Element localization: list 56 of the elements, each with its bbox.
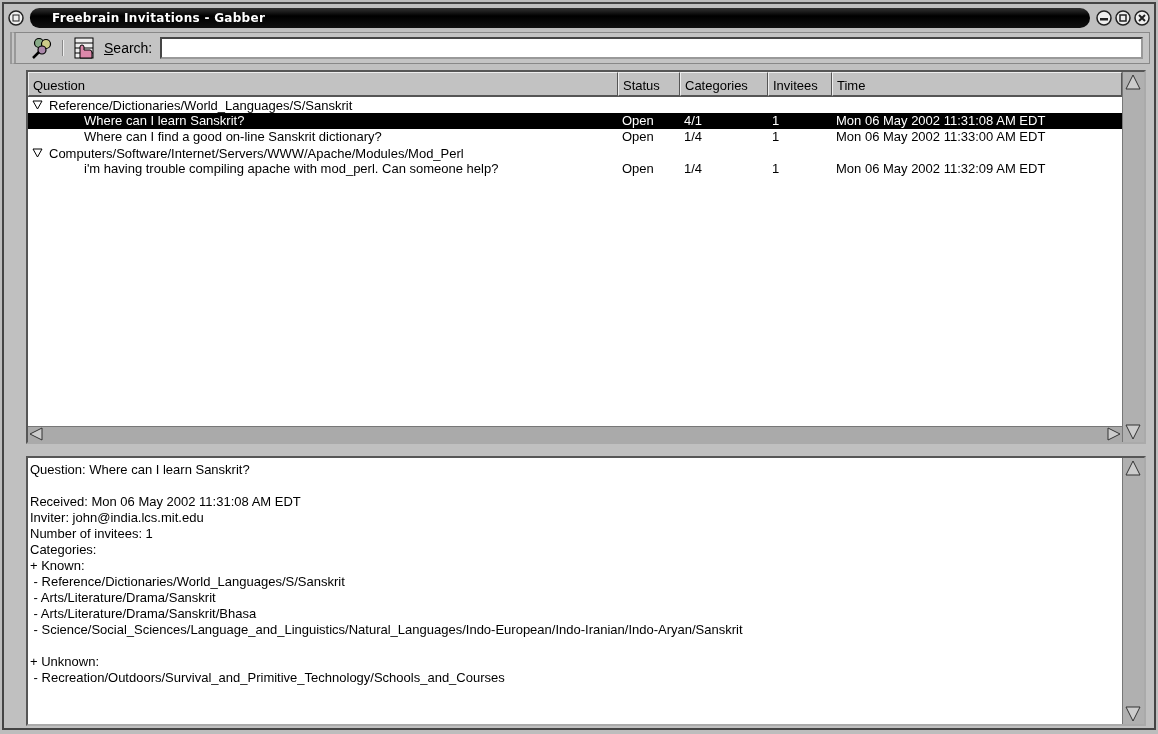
search-label: Search:	[104, 40, 153, 56]
detail-line: - Arts/Literature/Drama/Sanskrit	[32, 590, 217, 606]
question-cell-text: i'm having trouble compiling apache with mod_perl. Can someone help?	[83, 161, 500, 177]
time-cell-text: Mon 06 May 2002 11:32:09 AM EDT	[835, 161, 1047, 177]
vertical-scrollbar[interactable]	[1122, 72, 1144, 442]
status-cell-text: Open	[621, 161, 655, 177]
question-row[interactable]: Where can I find a good on-line Sanskrit dictionary? Open 1/4 1 Mon 06 May 2002 11:33:00 AM EDT	[28, 129, 1122, 145]
right-arrow-icon[interactable]	[1106, 427, 1122, 441]
maximize-icon[interactable]	[1115, 10, 1131, 26]
detail-line: Categories:	[30, 542, 98, 558]
detail-line: - Reference/Dictionaries/World_Languages/S/Sanskrit	[32, 574, 346, 590]
invitees-cell-text: 1	[771, 161, 781, 177]
left-arrow-icon[interactable]	[28, 427, 44, 441]
down-arrow-icon[interactable]	[1123, 422, 1143, 442]
category-label[interactable]: Computers/Software/Internet/Servers/WWW/Apache/Modules/Mod_Perl	[49, 145, 464, 161]
column-header[interactable]: Time	[832, 72, 1122, 96]
category-label[interactable]: Reference/Dictionaries/World_Languages/S/Sanskrit	[49, 97, 353, 113]
expanded-triangle-icon[interactable]	[32, 100, 43, 110]
column-header[interactable]: Status	[618, 72, 680, 96]
close-icon[interactable]	[1134, 10, 1150, 26]
time-cell-text: Mon 06 May 2002 11:33:00 AM EDT	[835, 129, 1047, 145]
column-header[interactable]: Categories	[680, 72, 768, 96]
horizontal-scrollbar[interactable]	[28, 426, 1122, 442]
detail-line: + Unknown:	[30, 654, 100, 670]
time-cell-text: Mon 06 May 2002 11:31:08 AM EDT	[835, 113, 1047, 129]
question-cell-text: Where can I find a good on-line Sanskrit dictionary?	[83, 129, 383, 145]
window-title: Freebrain Invitations - Gabber	[52, 11, 266, 25]
detail-line: Inviter: john@india.lcs.mit.edu	[30, 510, 205, 526]
detail-line: Received: Mon 06 May 2002 11:31:08 AM EDT	[30, 494, 302, 510]
hand-on-list-icon[interactable]	[72, 36, 96, 60]
detail-line: Number of invitees: 1	[30, 526, 154, 542]
detail-line: - Science/Social_Sciences/Language_and_Linguistics/Natural_Languages/Indo-European/Indo-Iranian/Indo-Aryan/Sanskrit	[32, 622, 744, 638]
status-cell-text: Open	[621, 113, 655, 129]
categories-cell-text: 1/4	[683, 129, 704, 145]
minimize-icon[interactable]	[1096, 10, 1112, 26]
invitees-cell-text: 1	[771, 113, 781, 129]
search-field[interactable]	[160, 37, 1143, 59]
question-row[interactable]: Where can I learn Sanskrit? Open 4/1 1 Mon 06 May 2002 11:31:08 AM EDT	[28, 113, 1122, 129]
expanded-triangle-icon[interactable]	[32, 148, 43, 158]
down-arrow-icon[interactable]	[1123, 704, 1143, 724]
up-arrow-icon[interactable]	[1123, 458, 1143, 478]
window-menu-icon[interactable]	[8, 10, 24, 26]
status-cell-text: Open	[621, 129, 655, 145]
categories-cell-text: 1/4	[683, 161, 704, 177]
question-cell-text: Where can I learn Sanskrit?	[83, 113, 246, 129]
detail-line: + Known:	[30, 558, 86, 574]
column-header[interactable]: Invitees	[768, 72, 832, 96]
invitees-cell-text: 1	[771, 129, 781, 145]
column-header[interactable]: Question	[28, 72, 618, 96]
detail-line: - Recreation/Outdoors/Survival_and_Primitive_Technology/Schools_and_Courses	[32, 670, 506, 686]
up-arrow-icon[interactable]	[1123, 72, 1143, 92]
detail-line: Question: Where can I learn Sanskrit?	[30, 462, 251, 478]
categories-cell-text: 4/1	[683, 113, 704, 129]
question-row[interactable]: i'm having trouble compiling apache with mod_perl. Can someone help? Open 1/4 1 Mon 06 May 2002 11:32:09 AM EDT	[28, 161, 1122, 177]
vertical-scrollbar[interactable]	[1122, 458, 1144, 724]
detail-line: - Arts/Literature/Drama/Sanskrit/Bhasa	[32, 606, 258, 622]
